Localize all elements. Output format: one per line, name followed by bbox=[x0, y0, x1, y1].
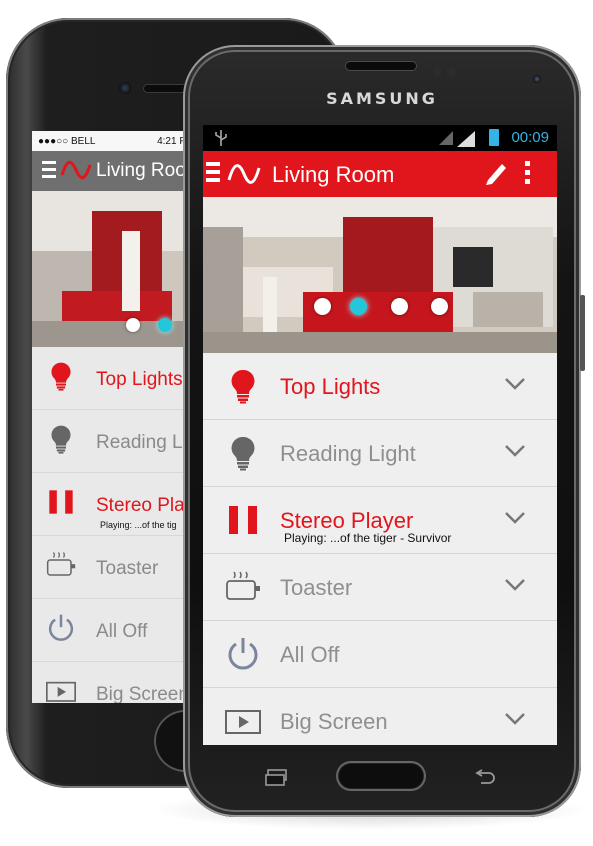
device-label: Toaster bbox=[280, 575, 353, 600]
hamburger-icon[interactable] bbox=[206, 162, 220, 186]
usb-icon bbox=[215, 130, 227, 146]
toaster-icon bbox=[46, 550, 76, 584]
chevron-down-icon[interactable] bbox=[504, 511, 526, 525]
proximity-sensor bbox=[433, 67, 442, 76]
device-label: Top Lights bbox=[96, 369, 183, 390]
slider-dot-active[interactable] bbox=[158, 318, 172, 332]
chevron-down-icon[interactable] bbox=[504, 578, 526, 592]
ios-device-row[interactable]: Top Lights bbox=[32, 347, 192, 410]
ios-status-bar: ●●●○○ BELL 4:21 P bbox=[32, 131, 192, 151]
device-label: All Off bbox=[280, 642, 340, 667]
signal-icon bbox=[439, 131, 475, 147]
wave-logo-icon bbox=[60, 160, 92, 180]
tv-icon bbox=[225, 703, 261, 739]
home-button[interactable] bbox=[336, 761, 426, 791]
bulb-icon bbox=[46, 361, 76, 395]
recent-apps-icon[interactable] bbox=[265, 769, 289, 787]
room-photo bbox=[203, 197, 557, 353]
status-time: 00:09 bbox=[511, 129, 549, 146]
device-label: Big Screen bbox=[280, 709, 388, 734]
device-label: Big Screen bbox=[96, 684, 189, 703]
ios-device-list: Top Lights Reading Li Stereo Play Playing: … bbox=[32, 347, 192, 703]
back-phone-screen: ●●●○○ BELL 4:21 P Living Roo Top Lights … bbox=[32, 131, 192, 703]
slider-dot-2[interactable] bbox=[350, 298, 367, 315]
back-icon[interactable] bbox=[473, 769, 497, 787]
overflow-menu-icon[interactable] bbox=[525, 161, 531, 188]
front-camera bbox=[533, 75, 541, 83]
carrier-label: ●●●○○ BELL bbox=[38, 135, 96, 147]
device-row-reading-light[interactable]: Reading Light bbox=[203, 420, 557, 487]
wave-logo-icon bbox=[227, 164, 261, 184]
device-row-big-screen[interactable]: Big Screen bbox=[203, 688, 557, 745]
hamburger-icon[interactable] bbox=[42, 161, 56, 182]
power-side-button[interactable] bbox=[580, 295, 585, 371]
front-camera bbox=[119, 82, 131, 94]
ios-device-row[interactable]: Toaster bbox=[32, 536, 192, 599]
room-photo-art bbox=[203, 197, 557, 353]
app-screen: 00:09 Living Room Top Lights Reading Lig… bbox=[203, 125, 557, 745]
bulb-icon bbox=[46, 424, 76, 458]
chevron-down-icon[interactable] bbox=[504, 377, 526, 391]
edit-icon[interactable] bbox=[484, 160, 508, 186]
device-label: Stereo Play bbox=[96, 495, 192, 516]
power-icon bbox=[46, 613, 76, 647]
slider-dot-4[interactable] bbox=[431, 298, 448, 315]
chevron-down-icon[interactable] bbox=[504, 444, 526, 458]
chevron-down-icon[interactable] bbox=[504, 712, 526, 726]
bulb-icon bbox=[225, 435, 261, 471]
android-status-bar: 00:09 bbox=[203, 125, 557, 151]
ios-device-row[interactable]: Reading Li bbox=[32, 410, 192, 473]
pause-icon bbox=[46, 487, 76, 521]
now-playing-text: Playing: ...of the tiger - Survivor bbox=[284, 531, 452, 545]
toaster-icon bbox=[225, 569, 261, 605]
slider-dot[interactable] bbox=[126, 318, 140, 332]
device-row-top-lights[interactable]: Top Lights bbox=[203, 353, 557, 420]
pause-icon bbox=[225, 502, 261, 538]
battery-icon bbox=[489, 129, 499, 146]
now-playing-text: Playing: ...of the tig bbox=[100, 520, 177, 530]
room-photo bbox=[32, 191, 192, 347]
slider-dot-1[interactable] bbox=[314, 298, 331, 315]
page-title: Living Room bbox=[272, 162, 395, 187]
device-label: Top Lights bbox=[280, 374, 381, 399]
ios-device-row[interactable]: Big Screen bbox=[32, 662, 192, 703]
device-label: All Off bbox=[96, 621, 148, 642]
ios-device-row[interactable]: All Off bbox=[32, 599, 192, 662]
device-label: Toaster bbox=[96, 558, 159, 579]
ios-device-row[interactable]: Stereo Play Playing: ...of the tig bbox=[32, 473, 192, 536]
earpiece-speaker bbox=[346, 62, 416, 70]
front-phone: SAMSUNG 00:09 Living Room Top Lights Rea… bbox=[183, 45, 585, 817]
ios-time: 4:21 P bbox=[157, 135, 186, 147]
device-row-toaster[interactable]: Toaster bbox=[203, 554, 557, 621]
light-sensor bbox=[447, 67, 456, 76]
bulb-icon bbox=[225, 368, 261, 404]
app-action-bar: Living Room bbox=[203, 151, 557, 197]
device-row-stereo-player[interactable]: Stereo Player Playing: ...of the tiger - … bbox=[203, 487, 557, 554]
ios-page-title: Living Roo bbox=[96, 160, 186, 181]
device-row-all-off[interactable]: All Off bbox=[203, 621, 557, 688]
device-list: Top Lights Reading Light Stereo Player Play… bbox=[203, 353, 557, 745]
ios-app-header: Living Roo bbox=[32, 151, 192, 191]
device-label: Reading Light bbox=[280, 441, 416, 466]
brand-logo: SAMSUNG bbox=[326, 89, 438, 108]
tv-icon bbox=[46, 676, 76, 703]
device-label: Reading Li bbox=[96, 432, 187, 453]
power-icon bbox=[225, 636, 261, 672]
slider-dot-3[interactable] bbox=[391, 298, 408, 315]
